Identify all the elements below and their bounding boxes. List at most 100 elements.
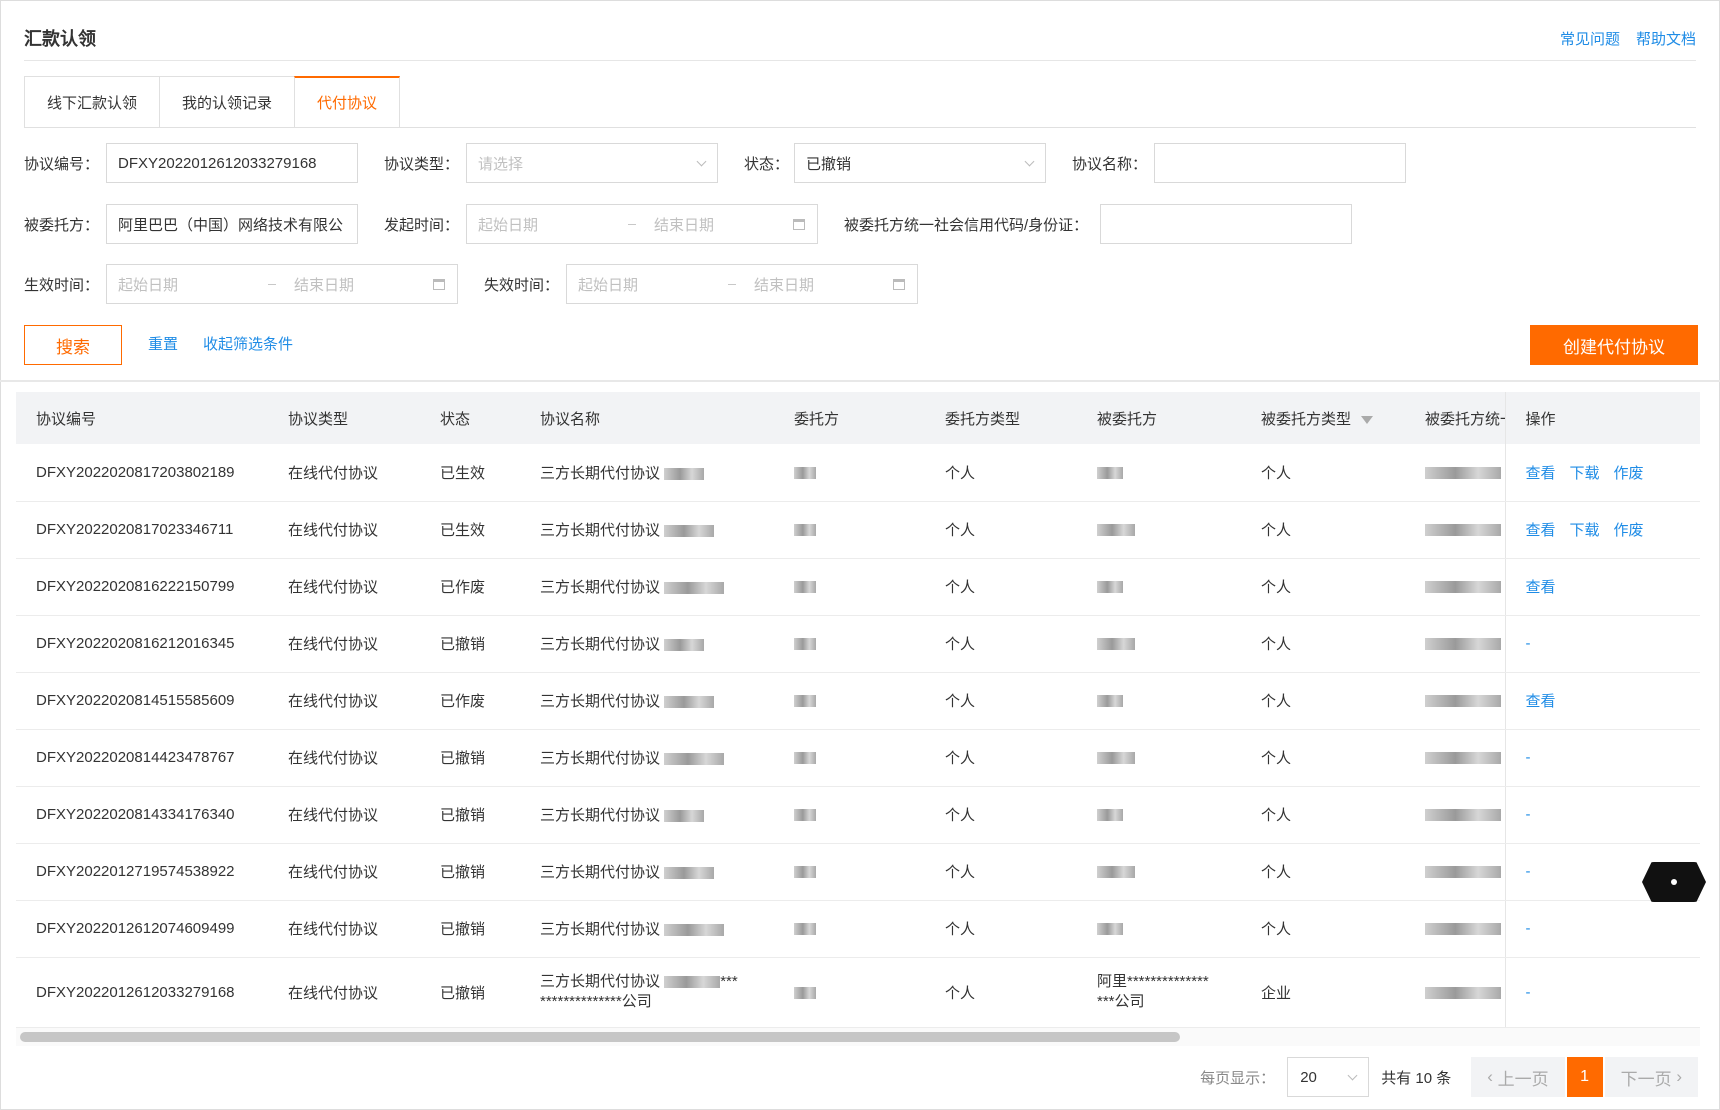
op-view-link[interactable]: 查看 bbox=[1526, 522, 1556, 539]
op-none-link: - bbox=[1525, 920, 1531, 937]
cell-agreement-no: DFXY2022020817203802189 bbox=[16, 444, 268, 502]
trustee-input[interactable]: 阿里巴巴（中国）网络技术有限公 bbox=[106, 204, 358, 244]
cell-agreement-name: 三方长期代付协议 bbox=[520, 900, 774, 958]
cell-agreement-type: 在线代付协议 bbox=[268, 672, 420, 730]
cell-trustee bbox=[1077, 729, 1241, 787]
col-agreement-type: 协议类型 bbox=[268, 392, 420, 444]
cell-trustee-type: 个人 bbox=[1241, 615, 1405, 673]
cell-agreement-type: 在线代付协议 bbox=[268, 900, 420, 958]
cell-operations: 查看 bbox=[1504, 558, 1700, 616]
cell-principal-type: 个人 bbox=[925, 843, 1077, 901]
cell-principal bbox=[774, 843, 925, 901]
op-view-link[interactable]: 查看 bbox=[1526, 579, 1556, 596]
cell-trustee-type: 个人 bbox=[1241, 501, 1405, 559]
masked-value bbox=[1425, 986, 1501, 999]
search-button[interactable]: 搜索 bbox=[24, 325, 122, 365]
cell-status: 已撤销 bbox=[420, 957, 520, 1028]
cell-agreement-name: 三方长期代付协议 bbox=[520, 843, 774, 901]
op-download-link[interactable]: 下载 bbox=[1570, 522, 1600, 539]
table-row: DFXY2022012612033279168 在线代付协议 已撤销 三方长期代付协议… bbox=[16, 957, 1700, 1028]
section-divider bbox=[0, 380, 1720, 382]
tab-my-claims[interactable]: 我的认领记录 bbox=[159, 76, 295, 128]
masked-value bbox=[664, 810, 705, 823]
cell-operations: - bbox=[1504, 729, 1700, 787]
floating-assistant-icon[interactable] bbox=[1642, 862, 1706, 902]
cell-trustee-type: 个人 bbox=[1241, 786, 1405, 844]
masked-value bbox=[794, 809, 816, 822]
agreement-no-value: DFXY2022012612033279168 bbox=[118, 154, 317, 172]
masked-value bbox=[664, 639, 705, 652]
op-none-link: - bbox=[1525, 635, 1531, 652]
calendar-icon bbox=[433, 279, 445, 290]
agreement-name-input[interactable] bbox=[1154, 143, 1406, 183]
end-date-placeholder: 结束日期 bbox=[654, 216, 715, 234]
agreement-no-input[interactable]: DFXY2022012612033279168 bbox=[106, 143, 358, 183]
help-docs-link[interactable]: 帮助文档 bbox=[1636, 28, 1696, 49]
op-none-link: - bbox=[1525, 749, 1531, 766]
cell-trustee-type: 个人 bbox=[1241, 444, 1405, 502]
masked-value bbox=[794, 986, 816, 999]
col-trustee: 被委托方 bbox=[1077, 392, 1241, 444]
cell-principal bbox=[774, 558, 925, 616]
agreement-name: 三方长期代付协议 bbox=[540, 579, 661, 596]
cell-agreement-name: 三方长期代付协议 bbox=[520, 501, 774, 559]
agreement-name: 三方长期代付协议 bbox=[540, 807, 661, 824]
page-1-button[interactable]: 1 bbox=[1566, 1057, 1603, 1097]
agreement-name: 三方长期代付协议 bbox=[540, 921, 661, 938]
trustee-value: 阿里巴巴（中国）网络技术有限公 bbox=[118, 216, 344, 234]
filter-icon[interactable] bbox=[1361, 415, 1374, 424]
header-links: 常见问题 帮助文档 bbox=[1560, 28, 1696, 49]
collapse-filters-link[interactable]: 收起筛选条件 bbox=[203, 333, 293, 354]
status-select[interactable]: 已撤销 bbox=[794, 143, 1046, 183]
cell-principal-type: 个人 bbox=[925, 729, 1077, 787]
masked-value bbox=[1425, 866, 1501, 879]
cell-status: 已生效 bbox=[420, 444, 520, 502]
faq-link[interactable]: 常见问题 bbox=[1560, 28, 1620, 49]
cell-agreement-no: DFXY2022020814515585609 bbox=[16, 672, 268, 730]
op-void-link[interactable]: 作废 bbox=[1614, 522, 1644, 539]
trustee-label: 被委托方： bbox=[24, 216, 100, 234]
tab-payment-agreement[interactable]: 代付协议 bbox=[294, 76, 401, 128]
next-page-button[interactable]: 下一页 › bbox=[1604, 1057, 1698, 1097]
cell-principal-type: 个人 bbox=[925, 615, 1077, 673]
expire-time-range[interactable]: 起始日期 结束日期 bbox=[566, 264, 918, 304]
cell-agreement-type: 在线代付协议 bbox=[268, 729, 420, 787]
agreement-type-select[interactable]: 请选择 bbox=[466, 143, 718, 183]
effective-time-range[interactable]: 起始日期 结束日期 bbox=[106, 264, 458, 304]
masked-value bbox=[1425, 581, 1501, 594]
cell-trustee-type: 企业 bbox=[1241, 957, 1405, 1028]
op-view-link[interactable]: 查看 bbox=[1526, 465, 1556, 482]
cell-operations: 查看 下载 作废 bbox=[1504, 501, 1700, 559]
horizontal-scrollbar-thumb[interactable] bbox=[20, 1032, 1180, 1042]
initiate-time-range[interactable]: 起始日期 结束日期 bbox=[466, 204, 818, 244]
credit-code-input[interactable] bbox=[1100, 204, 1353, 244]
col-principal-type: 委托方类型 bbox=[925, 392, 1077, 444]
create-agreement-button[interactable]: 创建代付协议 bbox=[1530, 325, 1698, 365]
op-download-link[interactable]: 下载 bbox=[1570, 465, 1600, 482]
op-void-link[interactable]: 作废 bbox=[1614, 465, 1644, 482]
next-page-label: 下一页 bbox=[1620, 1069, 1672, 1089]
cell-trustee bbox=[1077, 558, 1241, 616]
cell-operations: - bbox=[1504, 957, 1700, 1028]
reset-link[interactable]: 重置 bbox=[148, 333, 178, 354]
tabs-divider bbox=[24, 127, 1696, 128]
cell-trustee bbox=[1077, 615, 1241, 673]
col-trustee-type[interactable]: 被委托方类型 bbox=[1241, 392, 1405, 444]
cell-agreement-name: 三方长期代付协议 bbox=[520, 558, 774, 616]
tab-offline-remittance[interactable]: 线下汇款认领 bbox=[24, 76, 160, 128]
cell-principal bbox=[774, 957, 925, 1028]
op-none-link: - bbox=[1525, 983, 1531, 1001]
cell-agreement-no: DFXY2022020814334176340 bbox=[16, 786, 268, 844]
chevron-down-icon bbox=[1024, 156, 1035, 167]
page-size-select[interactable]: 20 bbox=[1287, 1057, 1370, 1097]
range-separator bbox=[728, 283, 736, 285]
prev-page-button[interactable]: ‹ 上一页 bbox=[1471, 1057, 1565, 1097]
table-row: DFXY2022020814334176340 在线代付协议 已撤销 三方长期代付协议… bbox=[16, 786, 1700, 844]
credit-code-label: 被委托方统一社会信用代码/身份证： bbox=[844, 216, 1089, 234]
cell-agreement-no: DFXY2022020817023346711 bbox=[16, 501, 268, 559]
cell-status: 已作废 bbox=[420, 672, 520, 730]
calendar-icon bbox=[893, 279, 905, 290]
op-view-link[interactable]: 查看 bbox=[1526, 693, 1556, 710]
cell-agreement-no: DFXY2022020816212016345 bbox=[16, 615, 268, 673]
col-trustee-credit-code: 被委托方统一社 bbox=[1405, 392, 1505, 444]
